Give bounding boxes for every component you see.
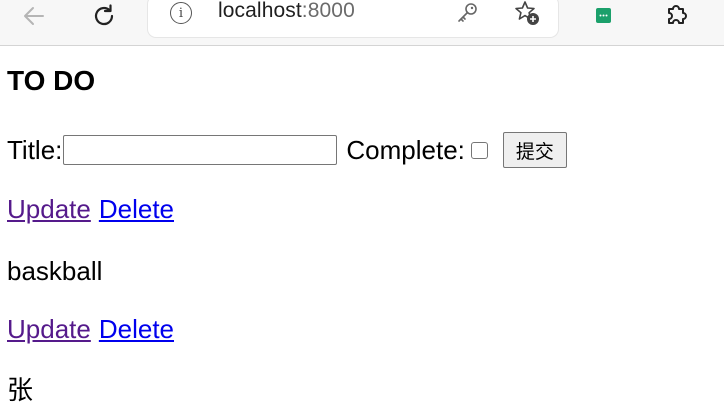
back-button[interactable]	[14, 0, 54, 32]
address-bar[interactable]: i localhost:8000	[148, 0, 558, 37]
url-host: localhost	[218, 0, 302, 22]
extension-badge-icon[interactable]	[596, 8, 611, 23]
info-icon[interactable]: i	[170, 2, 192, 24]
refresh-button[interactable]	[84, 0, 124, 32]
url-text[interactable]: localhost:8000	[218, 0, 355, 23]
todo-item-title: 张	[7, 375, 34, 405]
page-title: TO DO	[7, 65, 96, 96]
extensions-puzzle-icon[interactable]	[660, 0, 692, 32]
title-input[interactable]	[63, 135, 338, 165]
refresh-icon	[94, 4, 114, 26]
todo-form: Title: Complete: 提交	[7, 132, 567, 168]
update-link[interactable]: Update	[7, 314, 91, 344]
back-icon	[24, 7, 44, 25]
key-icon[interactable]	[454, 0, 480, 26]
dots-icon	[599, 14, 608, 17]
title-label: Title:	[7, 134, 63, 165]
todo-item-title: baskball	[7, 256, 103, 286]
update-link[interactable]: Update	[7, 194, 91, 224]
todo-item-actions: Update Delete	[7, 314, 174, 344]
browser-toolbar: i localhost:8000	[0, 0, 724, 46]
complete-checkbox[interactable]	[470, 141, 488, 159]
favorite-add-icon[interactable]	[512, 0, 542, 28]
delete-link[interactable]: Delete	[99, 314, 174, 344]
submit-button[interactable]: 提交	[502, 132, 567, 168]
url-port: :8000	[301, 0, 355, 22]
todo-item-actions: Update Delete	[7, 194, 174, 224]
complete-label: Complete:	[346, 134, 465, 165]
delete-link[interactable]: Delete	[99, 194, 174, 224]
